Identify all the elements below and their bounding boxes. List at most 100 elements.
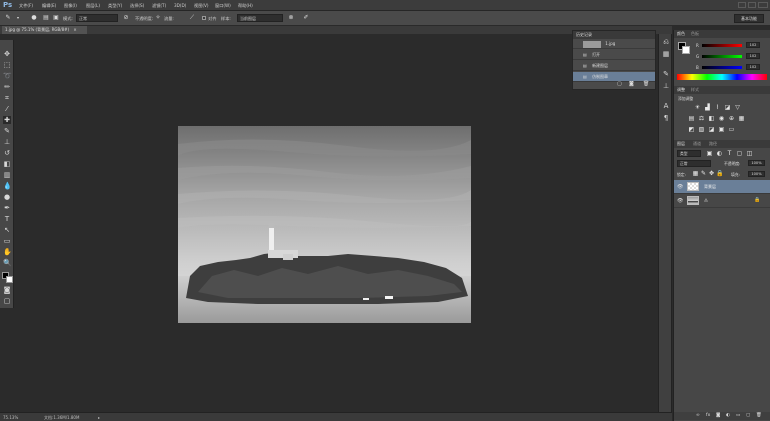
red-slider[interactable] <box>702 44 742 47</box>
lock-all-icon[interactable]: 🔒 <box>716 170 723 177</box>
history-panel-icon[interactable]: ⎌ <box>662 38 670 46</box>
mode-select[interactable]: 正常 <box>76 14 118 22</box>
maximize-button[interactable] <box>748 2 756 8</box>
new-layer-icon[interactable]: ▢ <box>746 413 750 418</box>
path-select-tool-icon[interactable]: ↖ <box>3 226 11 234</box>
tab-channels[interactable]: 通道 <box>690 140 704 148</box>
pressure-opacity-icon[interactable]: ⊘ <box>122 14 130 22</box>
brush-tool-icon[interactable]: ✎ <box>3 127 11 135</box>
trash-icon[interactable]: 🗑 <box>643 81 649 87</box>
tab-layers[interactable]: 图层 <box>674 140 688 148</box>
menu-type[interactable]: 类型(Y) <box>108 3 122 9</box>
blue-slider[interactable] <box>702 66 742 69</box>
marquee-tool-icon[interactable]: ⬚ <box>3 61 11 69</box>
tab-color[interactable]: 颜色 <box>674 30 688 38</box>
quick-mask-icon[interactable]: ◙ <box>3 286 11 294</box>
brush-size-icon[interactable]: ● <box>30 14 38 22</box>
invert-icon[interactable]: ◩ <box>688 126 695 133</box>
history-item[interactable]: ▤ 打开 <box>573 50 655 60</box>
fill-input[interactable]: 100% <box>748 171 765 177</box>
eyedropper-tool-icon[interactable]: ⁄ <box>3 105 11 113</box>
dodge-tool-icon[interactable]: ● <box>3 193 11 201</box>
trash-icon[interactable]: 🗑 <box>756 413 762 418</box>
document-image[interactable] <box>178 126 471 323</box>
quick-select-tool-icon[interactable]: ✏ <box>3 83 11 91</box>
layer-opacity-input[interactable]: 100% <box>748 160 765 166</box>
filter-adjustment-icon[interactable]: ◐ <box>716 150 723 157</box>
status-menu-arrow-icon[interactable]: ▸ <box>98 415 100 420</box>
filter-smart-icon[interactable]: ◫ <box>746 150 753 157</box>
zoom-tool-icon[interactable]: 🔍 <box>3 259 12 267</box>
clone-source-panel-icon[interactable]: ⊥ <box>662 82 670 90</box>
filter-type-icon[interactable]: T <box>726 150 733 157</box>
crop-tool-icon[interactable]: ⌗ <box>3 94 11 102</box>
posterize-icon[interactable]: ▧ <box>698 126 705 133</box>
group-icon[interactable]: ▭ <box>736 413 740 418</box>
color-balance-icon[interactable]: ⚖ <box>698 115 705 122</box>
blur-tool-icon[interactable]: 💧 <box>3 182 12 190</box>
ignore-adjustment-icon[interactable]: ⊗ <box>287 14 295 22</box>
clone-source-icon[interactable]: ▣ <box>52 14 60 22</box>
menu-3d[interactable]: 3D(D) <box>174 3 186 8</box>
brush-panel-icon[interactable]: ▤ <box>42 14 50 22</box>
selective-color-icon[interactable]: ▣ <box>718 126 725 133</box>
filter-pixel-icon[interactable]: ▣ <box>706 150 713 157</box>
layer-row[interactable]: 👁 ⁂ 🔒 <box>674 194 770 208</box>
align-checkbox[interactable] <box>202 16 206 20</box>
menu-edit[interactable]: 编辑(E) <box>42 3 56 9</box>
green-value-input[interactable]: 102 <box>746 53 760 59</box>
tab-history[interactable]: 历史记录 <box>573 31 595 39</box>
menu-image[interactable]: 图像(I) <box>64 3 77 9</box>
menu-select[interactable]: 选择(S) <box>130 3 144 9</box>
brightness-contrast-icon[interactable]: ☀ <box>694 104 701 111</box>
green-slider[interactable] <box>702 55 742 58</box>
new-document-icon[interactable]: ▢ <box>617 81 622 87</box>
hue-saturation-icon[interactable]: ▤ <box>688 115 695 122</box>
chevron-down-icon[interactable]: ▾ <box>14 14 22 22</box>
properties-panel-icon[interactable]: ▦ <box>662 50 670 58</box>
clone-stamp-preset-icon[interactable]: ✎ <box>4 14 12 22</box>
tab-paths[interactable]: 路径 <box>706 140 720 148</box>
menu-filter[interactable]: 滤镜(T) <box>152 3 166 9</box>
photo-filter-icon[interactable]: ◉ <box>718 115 725 122</box>
eraser-tool-icon[interactable]: ◧ <box>3 160 11 168</box>
history-brush-tool-icon[interactable]: ↺ <box>3 149 11 157</box>
link-layers-icon[interactable]: ∞ <box>696 413 700 418</box>
brush-angle-icon[interactable]: ⟋ <box>188 14 196 22</box>
vibrance-icon[interactable]: ▽ <box>734 104 741 111</box>
clone-stamp-tool-icon[interactable]: ⊥ <box>3 138 11 146</box>
color-spectrum-bar[interactable] <box>677 74 767 80</box>
gradient-tool-icon[interactable]: ▥ <box>3 171 11 179</box>
tab-styles[interactable]: 样式 <box>688 86 702 94</box>
threshold-icon[interactable]: ◪ <box>708 126 715 133</box>
menu-file[interactable]: 文件(F) <box>19 3 33 9</box>
pressure-size-icon[interactable]: ✐ <box>302 14 310 22</box>
workspace-button[interactable]: 基本功能 <box>734 14 764 23</box>
paragraph-panel-icon[interactable]: ¶ <box>662 114 670 122</box>
exposure-icon[interactable]: ◪ <box>724 104 731 111</box>
blend-mode-select[interactable]: 正常 <box>677 160 711 167</box>
background-color-chip[interactable] <box>682 46 690 54</box>
type-tool-icon[interactable]: T <box>3 215 11 223</box>
add-mask-icon[interactable]: ◙ <box>716 413 720 418</box>
move-tool-icon[interactable]: ✥ <box>3 50 11 58</box>
history-item[interactable]: ▤ 新建图层 <box>573 61 655 71</box>
screen-mode-icon[interactable]: ▢ <box>3 297 11 305</box>
pen-tool-icon[interactable]: ✒ <box>3 204 11 212</box>
shape-tool-icon[interactable]: ▭ <box>3 237 11 245</box>
character-panel-icon[interactable]: A <box>662 102 670 110</box>
minimize-button[interactable] <box>738 2 746 8</box>
lock-transparent-icon[interactable]: ▦ <box>692 170 699 177</box>
tab-swatches[interactable]: 色板 <box>688 30 702 38</box>
menu-layer[interactable]: 图层(L) <box>86 3 100 9</box>
document-tab[interactable]: 1.jpg @ 75.1% (背景层, RGB/8#) × <box>2 26 87 34</box>
layer-style-icon[interactable]: fx <box>706 413 710 418</box>
airbrush-icon[interactable]: ✧ <box>154 14 162 22</box>
sample-select[interactable]: 当前图层 <box>237 14 283 22</box>
zoom-level[interactable]: 75.13% <box>3 415 18 420</box>
blue-value-input[interactable]: 102 <box>746 64 760 70</box>
close-button[interactable] <box>758 2 768 8</box>
menu-window[interactable]: 窗口(W) <box>215 3 231 9</box>
black-white-icon[interactable]: ◧ <box>708 115 715 122</box>
tab-adjustments[interactable]: 调整 <box>674 86 688 94</box>
